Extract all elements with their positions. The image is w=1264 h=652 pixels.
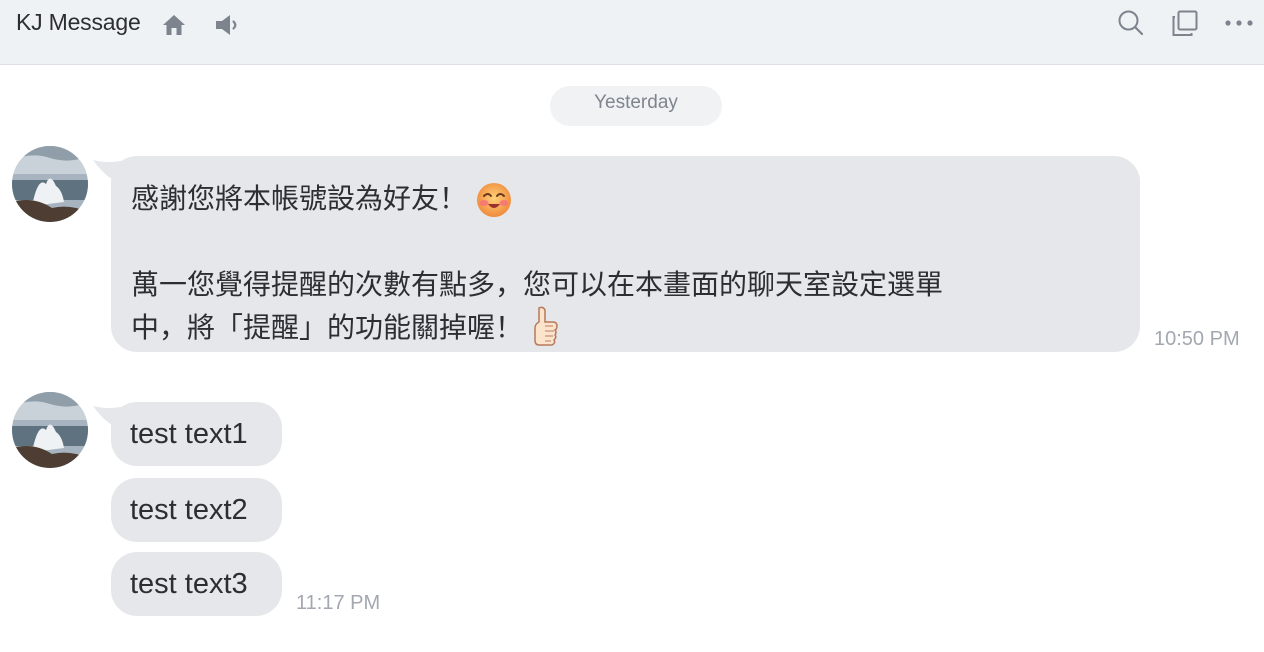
message-timestamp: 10:50 PM [1154,328,1240,350]
date-separator: Yesterday [550,86,722,126]
home-icon[interactable] [161,12,187,38]
message-bubble[interactable]: test text2 [111,478,282,542]
chat-header: KJ Message [0,0,1264,65]
message-text: test text3 [130,568,248,600]
copy-icon[interactable] [1171,9,1199,37]
message-bubble[interactable]: test text3 [111,552,282,616]
speaker-icon[interactable] [214,12,242,38]
message-text: 感謝您將本帳號設為好友！ [131,182,468,215]
message-bubble[interactable]: test text1 [111,402,282,466]
smiling-face-icon [477,183,512,217]
message-bubble[interactable]: 感謝您將本帳號設為好友！ 萬一您覺得提醒的次數有點多，您可以在本畫面的聊天室設定… [111,156,1140,352]
message-text: test text1 [130,418,248,450]
message-text: 萬一您覺得提醒的次數有點多，您可以在本畫面的聊天室設定選單 [131,268,944,301]
thumbs-up-icon [534,306,558,346]
avatar[interactable] [12,146,88,222]
search-icon[interactable] [1117,9,1145,37]
message-text: test text2 [130,494,248,526]
message-timestamp: 11:17 PM [296,592,381,614]
more-icon[interactable] [1224,16,1254,30]
chat-title: KJ Message [16,9,141,35]
avatar[interactable] [12,392,88,468]
message-text: 中，將「提醒」的功能關掉喔！ [131,311,524,344]
